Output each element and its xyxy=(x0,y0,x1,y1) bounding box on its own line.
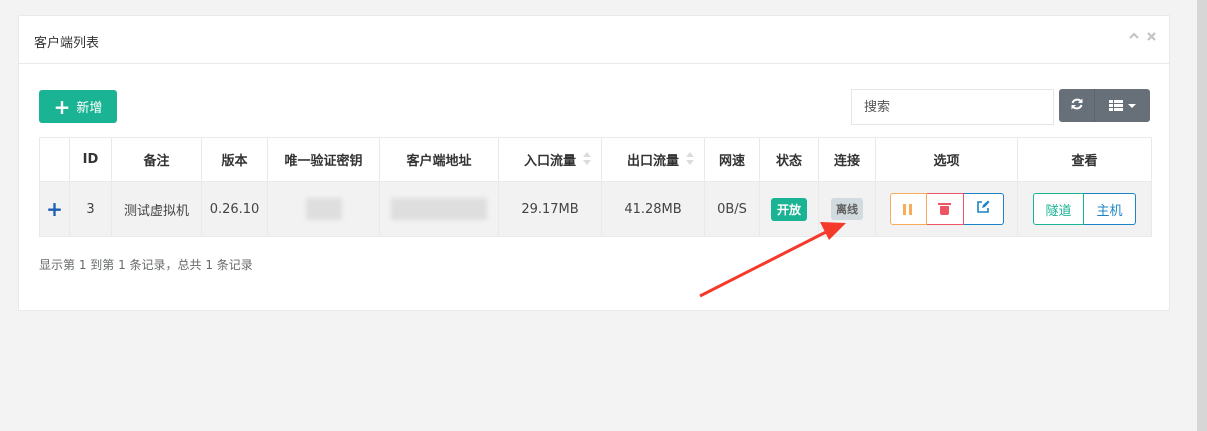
blurred-verify-key xyxy=(305,198,342,220)
edit-button[interactable] xyxy=(963,193,1004,225)
cell-options xyxy=(875,181,1018,237)
expand-cell[interactable]: + xyxy=(39,181,70,237)
close-icon[interactable] xyxy=(1146,30,1157,46)
host-button[interactable]: 主机 xyxy=(1084,193,1136,225)
header-in-flow-label: 入口流量 xyxy=(523,154,576,169)
cell-remark: 测试虚拟机 xyxy=(111,181,202,237)
table-row[interactable]: + 3 测试虚拟机 0.26.10 29.17MB 41.28MB 0B/S 开… xyxy=(39,181,1152,237)
connection-badge: 离线 xyxy=(831,198,863,220)
edit-icon xyxy=(976,200,990,218)
cell-verify-key xyxy=(267,181,380,237)
cell-status: 开放 xyxy=(759,181,819,237)
grid-icon xyxy=(1109,100,1123,111)
delete-button[interactable] xyxy=(926,193,964,225)
pause-icon xyxy=(903,203,913,215)
window-scroll-edge xyxy=(1197,0,1207,431)
header-speed[interactable]: 网速 xyxy=(704,137,760,182)
header-connection[interactable]: 连接 xyxy=(818,137,876,182)
search-input[interactable] xyxy=(851,89,1054,125)
pagination-summary: 显示第 1 到第 1 条记录，总共 1 条记录 xyxy=(39,258,253,272)
header-remark[interactable]: 备注 xyxy=(111,137,202,182)
chevron-up-icon[interactable] xyxy=(1128,30,1140,46)
sort-icon[interactable] xyxy=(583,152,591,166)
blurred-client-address xyxy=(391,198,487,220)
header-options: 选项 xyxy=(875,137,1018,182)
cell-speed: 0B/S xyxy=(704,181,760,237)
pause-button[interactable] xyxy=(889,193,927,225)
caret-down-icon xyxy=(1128,103,1136,108)
cell-view: 隧道 主机 xyxy=(1017,181,1152,237)
header-version[interactable]: 版本 xyxy=(201,137,268,182)
cell-out-flow: 41.28MB xyxy=(601,181,705,237)
refresh-icon xyxy=(1070,96,1084,115)
cell-in-flow: 29.17MB xyxy=(498,181,602,237)
cell-connection: 离线 xyxy=(818,181,876,237)
cell-client-address xyxy=(379,181,499,237)
header-status[interactable]: 状态 xyxy=(759,137,819,182)
expand-plus-icon[interactable]: + xyxy=(46,197,63,221)
sort-icon[interactable] xyxy=(686,152,694,166)
panel-header: 客户端列表 xyxy=(19,16,1169,64)
header-view: 查看 xyxy=(1017,137,1152,182)
header-client-address[interactable]: 客户端地址 xyxy=(379,137,499,182)
panel-tools xyxy=(1128,30,1157,46)
add-client-label: 新增 xyxy=(76,101,103,116)
header-out-flow[interactable]: 出口流量 xyxy=(601,137,705,182)
view-button-group: 隧道 主机 xyxy=(1033,193,1136,225)
status-badge: 开放 xyxy=(770,197,807,221)
panel-title: 客户端列表 xyxy=(34,36,100,51)
client-list-panel: 客户端列表 + 新增 搜索 ID 备注 版本 唯一验证密钥 客户端地址 入口流量… xyxy=(18,15,1170,311)
trash-icon xyxy=(938,203,951,215)
header-verify-key[interactable]: 唯一验证密钥 xyxy=(267,137,380,182)
client-table: ID 备注 版本 唯一验证密钥 客户端地址 入口流量 出口流量 网速 状态 连接… xyxy=(39,137,1152,237)
header-out-flow-label: 出口流量 xyxy=(626,154,679,169)
table-tools xyxy=(1059,89,1150,122)
table-header-row: ID 备注 版本 唯一验证密钥 客户端地址 入口流量 出口流量 网速 状态 连接… xyxy=(39,137,1152,182)
refresh-button[interactable] xyxy=(1059,89,1095,122)
tunnel-button[interactable]: 隧道 xyxy=(1033,193,1084,225)
cell-id: 3 xyxy=(69,181,112,237)
options-button-group xyxy=(889,193,1004,225)
add-client-button[interactable]: + 新增 xyxy=(39,90,117,123)
header-id[interactable]: ID xyxy=(69,137,112,182)
columns-toggle-button[interactable] xyxy=(1095,89,1150,122)
header-in-flow[interactable]: 入口流量 xyxy=(498,137,602,182)
header-expand xyxy=(39,137,70,182)
plus-icon: + xyxy=(53,94,71,119)
cell-version: 0.26.10 xyxy=(201,181,268,237)
